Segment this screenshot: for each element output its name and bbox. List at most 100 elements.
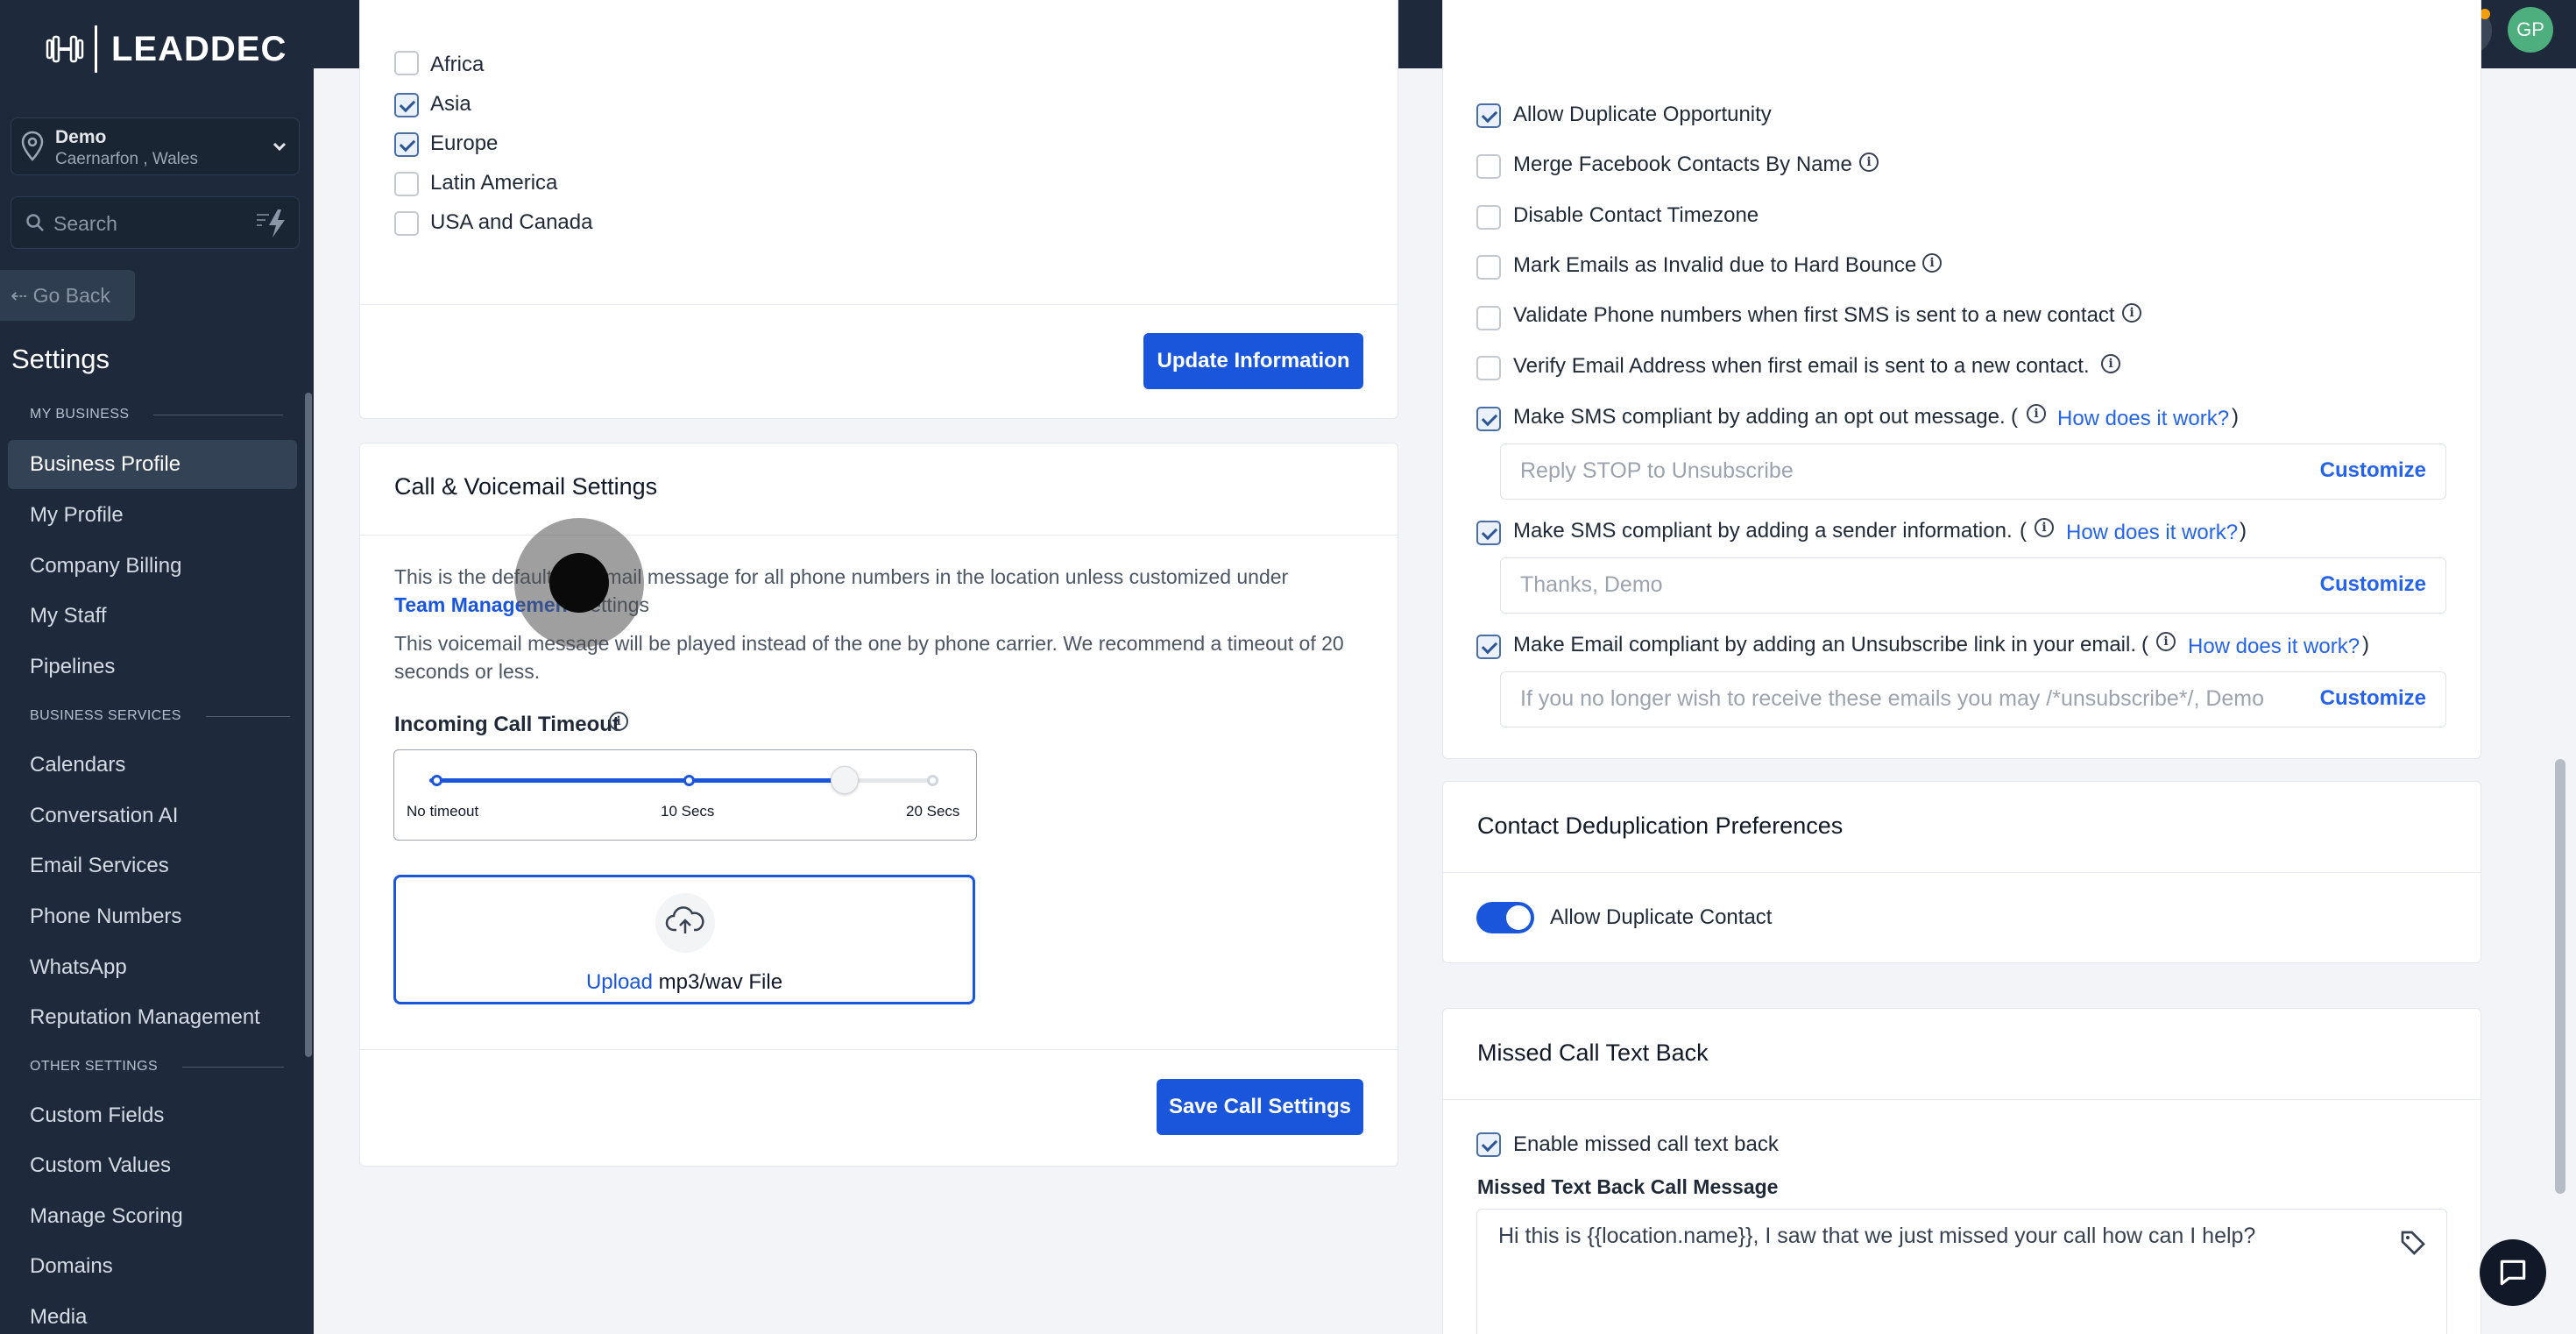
missed-message-label: Missed Text Back Call Message	[1477, 1175, 1779, 1198]
sidebar-item-whatsapp[interactable]: WhatsApp	[30, 955, 127, 980]
settings-heading: Settings	[11, 344, 110, 374]
info-icon[interactable]: i	[2035, 518, 2054, 537]
upload-caption: Upload mp3/wav File	[396, 970, 973, 995]
sidebar-item-reputation-management[interactable]: Reputation Management	[30, 1005, 260, 1030]
checkbox-sms-sender-info[interactable]	[1476, 521, 1501, 545]
paren-open: (	[2011, 405, 2018, 429]
section-label: BUSINESS SERVICES	[30, 708, 181, 723]
sidebar-item-media[interactable]: Media	[30, 1305, 87, 1330]
sidebar-item-domains[interactable]: Domains	[30, 1254, 113, 1279]
checkbox-africa[interactable]	[394, 51, 419, 75]
toggle-label: Allow Duplicate Contact	[1550, 905, 1773, 929]
checkbox-allow-duplicate-opportunity[interactable]	[1476, 103, 1501, 128]
timeout-slider-box: No timeout 10 Secs 20 Secs	[393, 749, 977, 841]
info-icon[interactable]: i	[609, 712, 628, 731]
sidebar-item-phone-numbers[interactable]: Phone Numbers	[30, 905, 181, 929]
checkbox-sms-opt-out[interactable]	[1476, 407, 1501, 431]
sidebar-item-pipelines[interactable]: Pipelines	[30, 655, 115, 679]
how-does-it-work-link[interactable]: How does it work?	[2188, 635, 2360, 659]
section-label: OTHER SETTINGS	[30, 1059, 159, 1074]
how-does-it-work-link[interactable]: How does it work?	[2066, 521, 2238, 545]
sidebar-item-conversation-ai[interactable]: Conversation AI	[30, 804, 178, 828]
checkbox-mark-emails-invalid[interactable]	[1476, 255, 1501, 280]
checkbox-disable-contact-timezone[interactable]	[1476, 205, 1501, 230]
paren-open: (	[2141, 633, 2148, 656]
slider-tick	[683, 775, 695, 786]
slider-fill	[429, 778, 845, 783]
paren-close: )	[2362, 633, 2369, 656]
voicemail-upload-dropzone[interactable]: Upload mp3/wav File	[393, 875, 975, 1004]
sidebar-item-calendars[interactable]: Calendars	[30, 753, 125, 777]
sidebar-item-my-staff[interactable]: My Staff	[30, 604, 107, 628]
update-information-button[interactable]: Update Information	[1143, 333, 1363, 389]
card-divider	[360, 535, 1398, 536]
dedup-title: Contact Deduplication Preferences	[1477, 812, 1844, 839]
upload-link[interactable]: Upload	[586, 970, 653, 994]
tag-icon[interactable]	[2399, 1229, 2427, 1257]
checkbox-email-unsubscribe[interactable]	[1476, 635, 1501, 659]
missed-message-textarea[interactable]: Hi this is {{location.name}}, I saw that…	[1476, 1209, 2447, 1334]
user-avatar[interactable]: GP	[2508, 7, 2553, 53]
info-icon[interactable]: i	[2027, 404, 2046, 423]
checkbox-latin-america[interactable]	[394, 172, 419, 196]
section-business-services: BUSINESS SERVICES	[30, 708, 290, 724]
checkbox-asia[interactable]	[394, 93, 419, 117]
slider-label-max: 20 Secs	[906, 803, 960, 820]
region-label: Europe	[430, 131, 499, 155]
sidebar-scrollbar[interactable]	[305, 393, 312, 1057]
sidebar-item-business-profile[interactable]: Business Profile	[8, 440, 297, 489]
sidebar-item-my-profile[interactable]: My Profile	[30, 503, 124, 528]
slider-label-mid: 10 Secs	[661, 803, 715, 820]
paren-close: )	[2240, 519, 2247, 543]
search-input[interactable]: Search	[53, 212, 117, 236]
checkbox-usa-canada[interactable]	[394, 211, 419, 236]
card-divider	[360, 1049, 1398, 1050]
info-icon[interactable]: i	[1859, 153, 1879, 172]
option-label: Allow Duplicate Opportunity	[1513, 103, 1772, 126]
how-does-it-work-link[interactable]: How does it work?	[2057, 407, 2229, 431]
brand-name: LEADDEC	[111, 29, 287, 68]
main-scrollbar[interactable]	[2555, 759, 2565, 1194]
customize-button[interactable]: Customize	[2307, 686, 2426, 711]
option-label: Make SMS compliant by adding a sender in…	[1513, 519, 2013, 543]
checkbox-verify-email-address[interactable]	[1476, 356, 1501, 380]
checkbox-europe[interactable]	[394, 132, 419, 157]
info-icon[interactable]: i	[2101, 354, 2120, 373]
sms-sender-info-field[interactable]: Thanks, Demo Customize	[1500, 557, 2446, 614]
sidebar: LEADDEC Demo Caernarfon , Wales Search ⇠…	[0, 0, 314, 1334]
quick-action-bolt-icon[interactable]	[255, 208, 290, 239]
sidebar-item-custom-values[interactable]: Custom Values	[30, 1153, 171, 1178]
region-label: Asia	[430, 92, 471, 116]
save-call-settings-button[interactable]: Save Call Settings	[1157, 1079, 1363, 1135]
paren-close: )	[2232, 405, 2239, 429]
customize-button[interactable]: Customize	[2320, 458, 2426, 483]
call-settings-title: Call & Voicemail Settings	[394, 473, 658, 500]
sidebar-search[interactable]: Search	[11, 196, 300, 249]
sms-opt-out-field[interactable]: Reply STOP to Unsubscribe Customize	[1500, 443, 2446, 500]
info-icon[interactable]: i	[1922, 253, 1942, 273]
customize-button[interactable]: Customize	[2320, 572, 2426, 597]
sidebar-item-company-billing[interactable]: Company Billing	[30, 554, 181, 578]
sms-sender-placeholder: Thanks, Demo	[1520, 572, 1663, 597]
option-label: Validate Phone numbers when first SMS is…	[1513, 303, 2115, 327]
go-back-button[interactable]: ⇠ Go Back	[0, 270, 135, 321]
chat-widget-button[interactable]	[2480, 1239, 2546, 1306]
info-icon[interactable]: i	[2122, 303, 2141, 323]
allow-duplicate-contact-toggle[interactable]	[1476, 902, 1534, 933]
region-label: USA and Canada	[430, 210, 593, 234]
upload-file-type: mp3/wav File	[653, 970, 783, 994]
option-label: Disable Contact Timezone	[1513, 203, 1759, 227]
location-switcher[interactable]: Demo Caernarfon , Wales	[11, 117, 300, 175]
sidebar-item-custom-fields[interactable]: Custom Fields	[30, 1103, 164, 1128]
checkbox-validate-phone-numbers[interactable]	[1476, 306, 1501, 330]
chevron-down-icon	[272, 142, 287, 152]
slider-handle[interactable]	[830, 766, 859, 794]
email-unsubscribe-field[interactable]: If you no longer wish to receive these e…	[1500, 671, 2446, 727]
sidebar-item-email-services[interactable]: Email Services	[30, 854, 169, 878]
info-icon[interactable]: i	[2156, 632, 2176, 651]
sidebar-item-manage-scoring[interactable]: Manage Scoring	[30, 1204, 183, 1229]
card-divider	[360, 304, 1398, 305]
checkbox-enable-missed-call[interactable]	[1476, 1132, 1501, 1157]
brand-logo[interactable]: LEADDEC	[46, 25, 287, 74]
checkbox-merge-facebook-contacts[interactable]	[1476, 154, 1501, 179]
